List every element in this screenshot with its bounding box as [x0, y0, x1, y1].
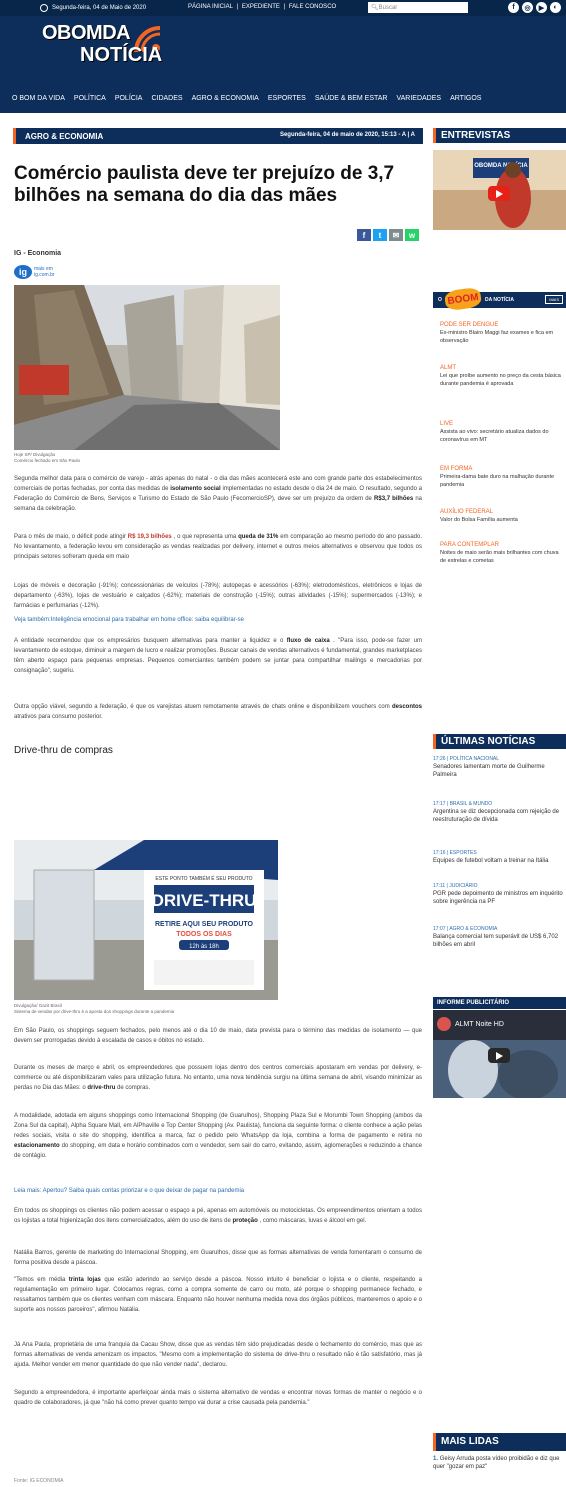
section-bar: AGRO & ECONOMIA Segunda-feira, 04 de mai… — [13, 128, 423, 144]
boom-item[interactable]: EM FORMA Primeira-dama bate duro na malh… — [440, 465, 564, 489]
nav-item-politica[interactable]: POLÍTICA — [74, 95, 106, 109]
article-timestamp: Segunda-feira, 04 de maio de 2020, 15:13… — [279, 132, 415, 138]
logo-line-1: OBOMDA — [42, 22, 131, 44]
top-bar: Segunda-feira, 04 de Maio de 2020 PÁGINA… — [0, 0, 566, 16]
related-link-2[interactable]: Leia mais: Apertou? Saiba quais contas p… — [14, 1188, 244, 1194]
photo1-caption: Hoje SP/ Divulgação Comércio fechado em … — [14, 452, 81, 463]
paragraph-13: Segundo a empreendedora, é importante ap… — [14, 1390, 422, 1406]
other-social-icon[interactable]: ◐ — [550, 2, 561, 13]
photo2-caption: Divulgação/ Gazit Brasil Sistema de vend… — [14, 1003, 175, 1014]
link-contact[interactable]: FALE CONOSCO — [289, 4, 336, 10]
news-item[interactable]: 17:16 | ESPORTES Equipes de futebol volt… — [433, 849, 566, 865]
paragraph-3: Lojas de móveis e decoração (-91%); conc… — [14, 583, 422, 609]
date-text: Segunda-feira, 04 de Maio de 2020 — [52, 5, 147, 11]
nav-item-agro-economia[interactable]: AGRO & ECONOMIA — [192, 95, 259, 109]
section-name[interactable]: AGRO & ECONOMIA — [25, 132, 103, 141]
nav-item-cidades[interactable]: CIDADES — [151, 95, 182, 109]
photo2-sign-small: ESTE PONTO TAMBÉM É SEU PRODUTO — [155, 875, 252, 882]
site-header: Segunda-feira, 04 de Maio de 2020 PÁGINA… — [0, 0, 566, 113]
link-expediente[interactable]: EXPEDIENTE — [242, 4, 280, 10]
boom-item[interactable]: PARA CONTEMPLAR Noites de maio serão mai… — [440, 541, 564, 565]
font-size-controls[interactable]: A | A — [402, 132, 415, 138]
informe-publicitario-heading: INFORME PUBLICITÁRIO — [433, 997, 566, 1009]
logo-line-2: NOTÍCIA — [80, 44, 163, 66]
paragraph-12: Já Ana Paula, proprietária de uma franqu… — [14, 1342, 422, 1368]
article-headline: Comércio paulista deve ter prejuízo de 3… — [14, 163, 395, 206]
search-icon: 🔍︎ — [371, 5, 379, 11]
link-separator: | — [283, 4, 286, 10]
link-separator: | — [236, 4, 239, 10]
boom-logo: BOOM — [443, 286, 483, 312]
search-placeholder: Buscar — [378, 4, 398, 11]
paragraph-7: Durante os meses de março e abril, os em… — [14, 1065, 422, 1091]
article-source: Fonte: IG ECONOMIA — [14, 1478, 64, 1484]
nav-item-artigos[interactable]: ARTIGOS — [450, 95, 481, 109]
social-links: f ◎ ▶ ◐ — [508, 2, 561, 13]
search-input[interactable]: 🔍︎ Buscar — [368, 2, 468, 13]
nav-item-variedades[interactable]: VARIEDADES — [396, 95, 441, 109]
main-nav: O BOM DA VIDA POLÍTICA POLÍCIA CIDADES A… — [0, 95, 566, 109]
paragraph-9: Em todos os shoppings os clientes não po… — [14, 1208, 422, 1224]
photo2-sign-line1: RETIRE AQUI SEU PRODUTO — [155, 921, 254, 928]
boom-item[interactable]: ALMT Lei que proíbe aumento no preço da … — [440, 364, 564, 388]
paragraph-5: Outra opção viável, segundo a federação,… — [14, 704, 422, 720]
photo2-sign-line2: TODOS OS DIAS — [176, 931, 232, 938]
nav-item-bom-da-vida[interactable]: O BOM DA VIDA — [12, 95, 65, 109]
mais-lidas-heading: MAIS LIDAS — [433, 1433, 566, 1451]
clock-icon — [40, 4, 48, 12]
current-date: Segunda-feira, 04 de Maio de 2020 — [40, 4, 146, 12]
news-item[interactable]: 17:07 | AGRO & ECONOMIA Balança comercia… — [433, 925, 566, 949]
paragraph-1: Segunda melhor data para o comércio de v… — [14, 476, 422, 512]
boom-mais-button[interactable]: MAIS — [545, 295, 563, 304]
paragraph-8: A modalidade, adotada em alguns shopping… — [14, 1113, 422, 1159]
accent-bar — [433, 1433, 436, 1451]
facebook-icon[interactable]: f — [508, 2, 519, 13]
news-item[interactable]: 17:11 | JUDICIÁRIO PGR pede depoimento d… — [433, 882, 566, 906]
top-links: PÁGINA INICIAL | EXPEDIENTE | FALE CONOS… — [188, 4, 338, 10]
paragraph-10: Natália Barros, gerente de marketing do … — [14, 1250, 422, 1266]
article-photo-street — [14, 285, 280, 450]
ultimas-noticias-heading: ÚLTIMAS NOTÍCIAS — [433, 734, 566, 749]
email-share-icon[interactable]: ✉ — [389, 229, 403, 241]
boom-item[interactable]: AUXÍLIO FEDERAL Valor do Bolsa Família a… — [440, 508, 564, 524]
site-logo[interactable]: OBOMDA NOTÍCIA — [42, 22, 164, 84]
photo2-sign-big: DRIVE-THRU — [152, 891, 257, 910]
ig-logo-icon: ig — [14, 265, 32, 279]
ig-logo-text: mais em ig.com.br — [34, 266, 55, 278]
nav-item-saude[interactable]: SAÚDE & BEM ESTAR — [315, 95, 388, 109]
article-byline: IG - Economia — [14, 250, 62, 257]
drive-thru-subheading: Drive-thru de compras — [14, 745, 113, 756]
accent-bar — [433, 734, 436, 749]
informe-video[interactable]: ALMT Noite HD — [433, 1010, 566, 1098]
paragraph-4: A entidade recomendou que os empresários… — [14, 638, 422, 674]
article-photo-drive-thru: ESTE PONTO TAMBÉM É SEU PRODUTO DRIVE-TH… — [14, 840, 278, 1000]
paragraph-6: Em São Paulo, os shoppings seguem fechad… — [14, 1028, 422, 1044]
paragraph-2: Para o mês de maio, o déficit pode ating… — [14, 534, 423, 560]
accent-bar — [13, 128, 16, 144]
source-logo[interactable]: ig mais em ig.com.br — [14, 265, 55, 279]
instagram-icon[interactable]: ◎ — [522, 2, 533, 13]
mais-lidas-item[interactable]: 1. Geisy Arruda posta vídeo proibidão e … — [433, 1455, 566, 1471]
photo2-sign-line3: 12h às 18h — [189, 944, 219, 950]
youtube-icon[interactable]: ▶ — [536, 2, 547, 13]
nav-item-policia[interactable]: POLÍCIA — [115, 95, 143, 109]
news-item[interactable]: 17:17 | BRASIL & MUNDO Argentina se diz … — [433, 800, 566, 824]
boom-item[interactable]: LIVE Assista ao vivo: secretário atualiz… — [440, 420, 564, 444]
news-item[interactable]: 17:26 | POLÍTICA NACIONAL Senadores lame… — [433, 755, 566, 779]
related-link-1[interactable]: Veja também:Inteligência emocional para … — [14, 617, 244, 623]
whatsapp-share-icon[interactable]: w — [405, 229, 419, 241]
paragraph-11: "Temos em média trinta lojas que estão a… — [14, 1277, 422, 1313]
facebook-share-icon[interactable]: f — [357, 229, 371, 241]
video2-title: ALMT Noite HD — [455, 1021, 504, 1028]
nav-item-esportes[interactable]: ESPORTES — [268, 95, 306, 109]
accent-bar — [433, 128, 436, 143]
link-home[interactable]: PÁGINA INICIAL — [188, 4, 233, 10]
twitter-share-icon[interactable]: t — [373, 229, 387, 241]
share-buttons: f t ✉ w — [357, 229, 419, 241]
entrevistas-video[interactable]: OBOMDA NOTÍCIA — [433, 150, 566, 230]
boom-item[interactable]: PODE SER DENGUE Ex-ministro Blairo Maggi… — [440, 321, 564, 345]
boom-da-noticia-header: O BOOM DA NOTÍCIA MAIS — [433, 286, 566, 312]
entrevistas-heading: ENTREVISTAS — [433, 128, 566, 143]
